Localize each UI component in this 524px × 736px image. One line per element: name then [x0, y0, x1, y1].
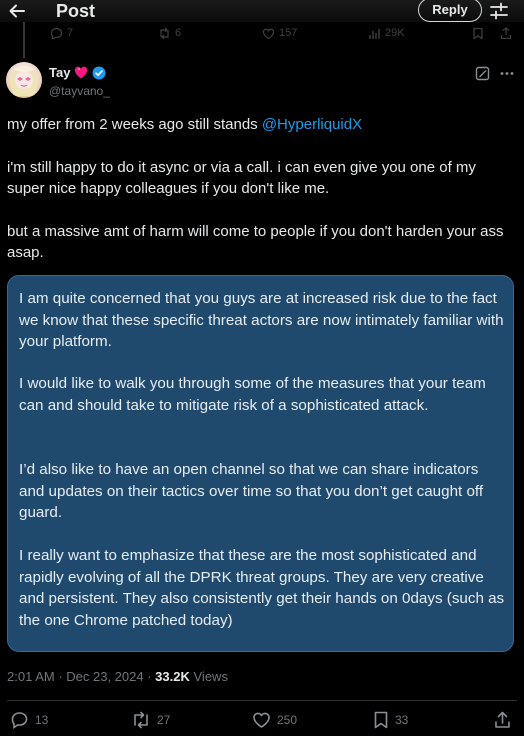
heart-icon: [262, 28, 275, 39]
page-title: Post: [56, 1, 96, 21]
repost-action[interactable]: 27: [131, 711, 170, 729]
prev-share-action[interactable]: [500, 27, 512, 39]
like-action[interactable]: 250: [252, 711, 297, 729]
tweet-meta: 2:01 AM · Dec 23, 2024 · 33.2K Views: [7, 669, 228, 684]
reply-icon: [11, 712, 28, 729]
share-icon: [495, 711, 510, 728]
tweet-text-para2: i'm still happy to do it async or via a …: [7, 159, 476, 197]
share-action[interactable]: [494, 711, 511, 729]
views-icon: [369, 28, 380, 39]
bookmark-icon: [374, 711, 388, 729]
reply-action[interactable]: 13: [10, 711, 48, 729]
prev-like-count: 157: [279, 27, 298, 39]
prev-repost-count: 6: [175, 27, 182, 39]
reply-icon: [50, 27, 63, 39]
bookmark-count: 33: [395, 713, 409, 727]
avatar[interactable]: [6, 62, 42, 98]
image-text-para4: I really want to emphasize that these ar…: [19, 547, 505, 629]
share-icon: [500, 27, 512, 39]
attached-image[interactable]: I am quite concerned that you guys are a…: [7, 275, 514, 652]
tweet-time[interactable]: 2:01 AM: [7, 669, 55, 684]
prev-like-action[interactable]: 157: [262, 27, 297, 39]
image-text-para3: I’d also like to have an open channel so…: [19, 461, 484, 521]
prev-bookmark-action[interactable]: [472, 27, 484, 39]
prev-reply-action[interactable]: 7: [50, 27, 73, 39]
tweet-text-line1: my offer from 2 weeks ago still stands @…: [7, 114, 512, 135]
views-count: 33.2K: [155, 669, 190, 684]
like-count: 250: [277, 713, 298, 727]
heart-icon: [253, 712, 270, 728]
more-horizontal-icon: [500, 72, 514, 75]
bookmark-icon: [473, 27, 483, 39]
tweet-date[interactable]: Dec 23, 2024: [66, 669, 143, 684]
arrow-left-icon: [9, 4, 25, 18]
reply-count: 13: [35, 713, 49, 727]
prev-views-action[interactable]: 29K: [368, 27, 405, 39]
prev-views-count: 29K: [385, 27, 405, 39]
views-label: Views: [193, 669, 228, 684]
avatar-image: [10, 66, 38, 96]
back-button[interactable]: [8, 2, 26, 20]
author-handle[interactable]: @tayvano_: [49, 84, 110, 98]
thread-connector: [23, 22, 25, 58]
repost-icon: [160, 27, 169, 39]
mention-link[interactable]: @HyperliquidX: [262, 116, 362, 133]
prev-repost-action[interactable]: 6: [158, 27, 181, 39]
image-text-para2: I would like to walk you through some of…: [19, 375, 486, 414]
repost-icon: [134, 711, 148, 729]
more-options-button[interactable]: [499, 66, 515, 81]
prev-reply-count: 7: [67, 27, 74, 39]
image-text-para1: I am quite concerned that you guys are a…: [19, 290, 504, 350]
grok-icon: [475, 66, 490, 81]
heart-emoji-icon: [75, 66, 88, 79]
filter-button[interactable]: [489, 2, 509, 20]
repost-count: 27: [157, 713, 171, 727]
top-bar: Post Reply: [0, 0, 524, 22]
grok-button[interactable]: [475, 66, 490, 81]
tweet-text-prefix: my offer from 2 weeks ago still stands: [7, 116, 262, 133]
tweet-text-para3: but a massive amt of harm will come to p…: [7, 223, 504, 261]
author-name-row: Tay: [49, 65, 106, 80]
sliders-icon: [490, 2, 508, 20]
bookmark-action[interactable]: 33: [373, 711, 408, 729]
verified-badge-icon[interactable]: [92, 66, 106, 80]
reply-button[interactable]: Reply: [418, 0, 482, 22]
display-name[interactable]: Tay: [49, 65, 70, 80]
previous-tweet-actions: 7 6 157 29K: [0, 22, 524, 44]
divider: [7, 700, 517, 701]
